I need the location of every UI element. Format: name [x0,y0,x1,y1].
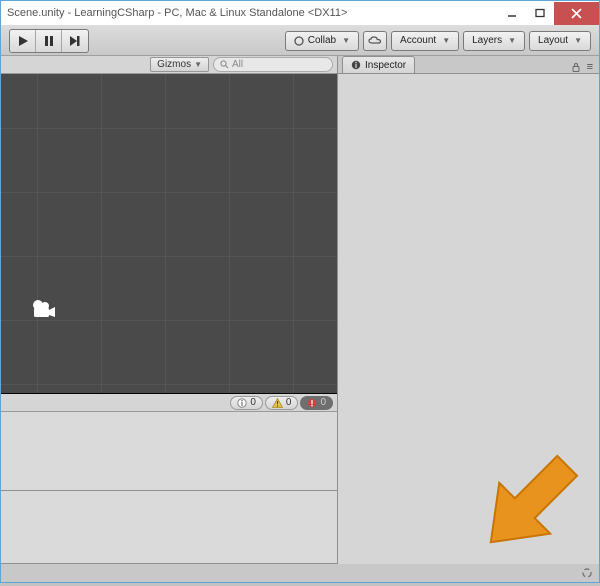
cloud-button[interactable] [363,31,387,51]
chevron-down-icon: ▼ [342,36,350,45]
search-icon [220,60,229,69]
info-icon [237,398,247,408]
gizmos-dropdown[interactable]: Gizmos ▼ [150,57,209,72]
layout-label: Layout [538,35,568,46]
pause-button[interactable] [36,30,62,52]
camera-gizmo-icon[interactable] [31,299,57,319]
title-bar: Scene.unity - LearningCSharp - PC, Mac &… [1,1,599,26]
layers-label: Layers [472,35,502,46]
chevron-down-icon: ▼ [508,36,516,45]
scene-tool-row: Gizmos ▼ All [1,56,337,74]
error-count: 0 [320,397,326,408]
warn-count: 0 [286,397,292,408]
account-label: Account [400,35,436,46]
gizmos-label: Gizmos [157,59,191,70]
play-button[interactable] [10,30,36,52]
info-count-chip[interactable]: 0 [230,396,263,410]
playback-controls [9,29,89,53]
info-count: 0 [250,397,256,408]
activity-spinner-icon [581,567,593,579]
window-title: Scene.unity - LearningCSharp - PC, Mac &… [7,7,347,19]
collab-dropdown[interactable]: Collab ▼ [285,31,359,51]
status-bar [1,564,599,582]
chevron-down-icon: ▼ [442,36,450,45]
error-count-chip[interactable]: 0 [300,396,333,410]
account-dropdown[interactable]: Account ▼ [391,31,459,51]
scene-viewport[interactable] [1,74,337,394]
layers-dropdown[interactable]: Layers ▼ [463,31,525,51]
warn-count-chip[interactable]: 0 [265,396,299,410]
window-maximize-button[interactable] [526,2,554,25]
main-toolbar: Collab ▼ Account ▼ Layers ▼ Layout ▼ [1,26,599,56]
layout-dropdown[interactable]: Layout ▼ [529,31,591,51]
search-placeholder: All [232,59,243,70]
info-icon [351,60,361,70]
lock-icon[interactable] [571,62,581,72]
warning-icon [272,398,283,408]
step-button[interactable] [62,30,88,52]
console-area[interactable] [1,412,337,564]
tab-inspector[interactable]: Inspector [342,56,415,73]
error-icon [307,398,317,408]
scene-search-input[interactable]: All [213,57,333,72]
console-filter-row: 0 0 0 [1,394,337,412]
collab-label: Collab [308,35,336,46]
panel-menu-icon[interactable]: ≡ [585,61,595,73]
window-minimize-button[interactable] [498,2,526,25]
collab-icon [294,36,304,46]
inspector-tab-label: Inspector [365,60,406,71]
window-close-button[interactable] [554,2,599,25]
cloud-icon [368,36,382,46]
chevron-down-icon: ▼ [574,36,582,45]
chevron-down-icon: ▼ [194,60,202,69]
inspector-tab-row: Inspector ≡ [338,56,599,74]
inspector-body[interactable] [338,74,599,564]
